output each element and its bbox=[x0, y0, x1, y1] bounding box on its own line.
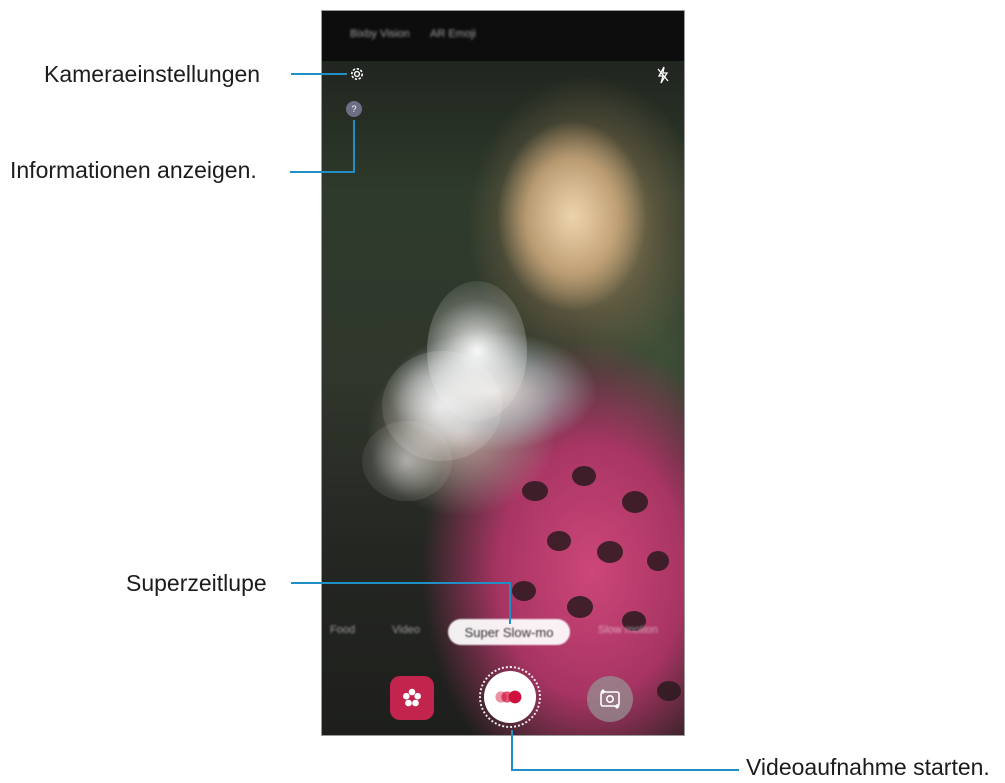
flash-off-icon[interactable] bbox=[656, 66, 670, 84]
swimsuit-spot bbox=[597, 541, 623, 563]
swimsuit-spot bbox=[657, 681, 681, 701]
swimsuit-spot bbox=[547, 531, 571, 551]
info-button[interactable]: ? bbox=[346, 101, 362, 117]
mode-selector: Food Video Super Slow-mo Slow motion bbox=[322, 619, 684, 645]
callout-line-settings bbox=[291, 73, 347, 75]
callout-super-slow-mo: Superzeitlupe bbox=[126, 570, 267, 596]
tab-ar-emoji[interactable]: AR Emoji bbox=[430, 28, 476, 40]
callout-line-info bbox=[290, 171, 355, 173]
switch-camera-button[interactable] bbox=[587, 676, 633, 722]
swimsuit-spot bbox=[512, 581, 536, 601]
mode-food[interactable]: Food bbox=[330, 624, 355, 636]
callout-show-info: Informationen anzeigen. bbox=[10, 157, 257, 183]
super-slow-mo-record-icon bbox=[495, 690, 522, 704]
callout-line-record bbox=[511, 730, 513, 771]
gallery-icon bbox=[403, 688, 421, 707]
question-icon: ? bbox=[351, 104, 357, 114]
swimsuit-spot bbox=[522, 481, 548, 501]
camera-screen: Bixby Vision AR Emoji ? Food Video Super… bbox=[321, 10, 685, 736]
swimsuit-spot bbox=[622, 491, 648, 513]
top-bar: Bixby Vision AR Emoji bbox=[322, 11, 684, 61]
gear-icon[interactable] bbox=[348, 65, 366, 83]
mode-slow-motion[interactable]: Slow motion bbox=[598, 624, 658, 636]
callout-camera-settings: Kameraeinstellungen bbox=[44, 61, 261, 87]
callout-line-super-slow-mo bbox=[291, 582, 511, 584]
water-splash bbox=[362, 421, 452, 501]
tab-bixby-vision[interactable]: Bixby Vision bbox=[350, 28, 410, 40]
swimsuit-spot bbox=[572, 466, 596, 486]
swimsuit-spot bbox=[647, 551, 669, 571]
mode-video[interactable]: Video bbox=[392, 624, 420, 636]
callout-line-info bbox=[353, 120, 355, 173]
callout-line-record bbox=[511, 769, 739, 771]
gallery-button[interactable] bbox=[390, 676, 434, 720]
swimsuit-spot bbox=[567, 596, 593, 618]
mode-super-slow-mo-label: Super Slow-mo bbox=[464, 624, 554, 640]
switch-camera-icon bbox=[600, 689, 620, 709]
callout-start-recording: Videoaufnahme starten. bbox=[746, 754, 990, 780]
callout-line-super-slow-mo bbox=[509, 582, 511, 624]
record-button[interactable] bbox=[484, 671, 536, 723]
